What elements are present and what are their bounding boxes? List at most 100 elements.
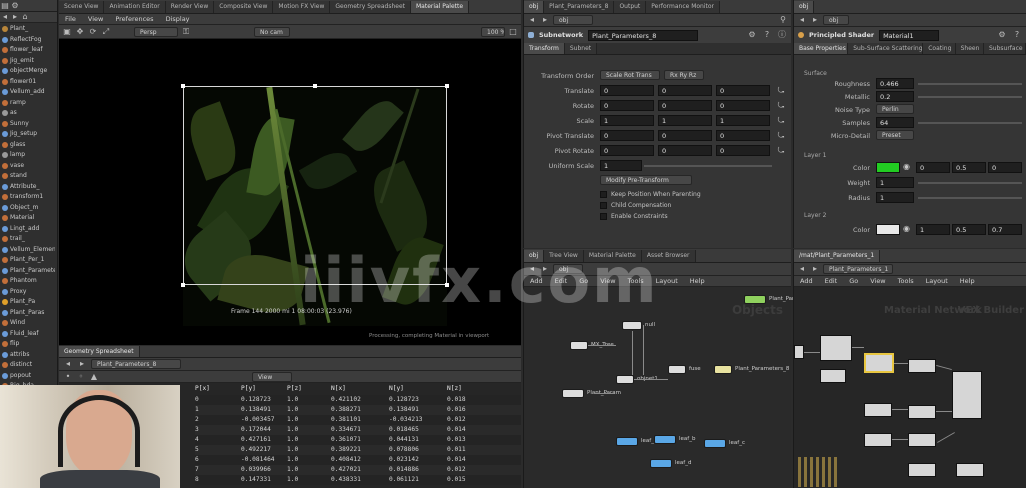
checkbox-row[interactable]: Child Compensation (600, 200, 701, 210)
spreadsheet-column-header[interactable]: P[z] (287, 384, 331, 394)
param-field[interactable]: 0 (658, 130, 712, 141)
checkbox[interactable] (600, 201, 607, 209)
tree-item[interactable]: Jig_emit (2, 56, 55, 67)
tree-item[interactable]: transform1 (2, 192, 55, 203)
material-field[interactable]: 0.2 (876, 91, 914, 102)
material-slider[interactable] (918, 96, 1022, 98)
tree-item[interactable]: flower_leaf (2, 45, 55, 56)
tree-item[interactable]: ramp (2, 98, 55, 109)
tab-subnet[interactable]: Subnet (564, 43, 598, 54)
param-field[interactable]: 0 (600, 145, 654, 156)
uniform-scale-field[interactable]: 1 (600, 160, 642, 171)
param-field[interactable]: 0 (658, 85, 712, 96)
param-field[interactable]: 0 (600, 100, 654, 111)
vertices-icon[interactable]: ◦ (76, 372, 86, 382)
channel-icon[interactable]: ⤿ (776, 86, 786, 96)
tree-item[interactable]: as (2, 108, 55, 119)
spreadsheet-column-header[interactable]: N[y] (389, 384, 447, 394)
network-mid-path[interactable]: obj (553, 264, 583, 274)
tree-item[interactable]: Plant_Parameters (2, 266, 55, 277)
param-field[interactable]: 0 (716, 130, 770, 141)
tree-item[interactable]: attribs (2, 350, 55, 361)
viewport-tab[interactable]: Scene View (59, 0, 105, 13)
viewport-tab[interactable]: Composite View (214, 0, 274, 13)
vop-node[interactable] (794, 345, 804, 359)
network-menu-item[interactable]: View (594, 277, 621, 285)
tree-item[interactable]: flower01 (2, 77, 55, 88)
network-tab[interactable]: obj (524, 249, 545, 262)
param-field[interactable]: 0 (716, 85, 770, 96)
network-node[interactable] (622, 321, 642, 330)
params-path[interactable]: obj (553, 15, 593, 25)
table-row[interactable]: 2 -0.003457 1.0 0.381101 -0.034213 0.012 (195, 415, 521, 425)
back-icon[interactable]: ◂ (797, 264, 807, 274)
network-menu-item[interactable]: Help (954, 277, 981, 285)
network-mid-canvas[interactable]: Plant_ParametersnullMX_Treeobjnet1fusePl… (524, 287, 817, 488)
network-menu-item[interactable]: Layout (650, 277, 684, 285)
tree-item[interactable]: Plant_Pa (2, 297, 55, 308)
vop-node[interactable] (908, 463, 936, 477)
network-node[interactable] (714, 365, 732, 374)
spreadsheet-column-header[interactable]: N[x] (331, 384, 389, 394)
material-field[interactable]: Perlin (876, 104, 914, 114)
channel-icon[interactable]: ⤿ (776, 131, 786, 141)
viewport-menu-item[interactable]: Preferences (109, 15, 159, 23)
spreadsheet-column-header[interactable]: P[x] (195, 384, 241, 394)
material-node-name[interactable]: Material1 (879, 29, 940, 41)
layer2-r[interactable]: 1 (916, 224, 950, 235)
tree-item[interactable]: Wind (2, 318, 55, 329)
material-tab[interactable]: Subsurface (983, 43, 1026, 54)
network-tab[interactable]: Material Palette (583, 249, 642, 262)
param-field[interactable]: 0 (658, 100, 712, 111)
tree-item[interactable]: Vellum_add (2, 87, 55, 98)
viewport-tab[interactable]: Geometry Spreadsheet (330, 0, 411, 13)
radius-slider[interactable] (918, 197, 1022, 199)
table-row[interactable]: 7 0.039966 1.0 0.427021 0.014886 0.012 (195, 465, 521, 475)
checkbox[interactable] (600, 190, 607, 198)
spreadsheet-column-header[interactable]: P[y] (241, 384, 287, 394)
checkbox[interactable] (600, 212, 607, 220)
network-menu-item[interactable]: Go (573, 277, 594, 285)
vop-node[interactable] (956, 463, 984, 477)
home-icon[interactable]: ⌂ (20, 12, 30, 22)
network-tab[interactable]: Tree View (544, 249, 584, 262)
tree-item[interactable]: popout (2, 371, 55, 382)
folder-icon[interactable]: ▤ (0, 1, 10, 11)
handle-bl[interactable] (181, 283, 185, 287)
material-tab[interactable]: Base Properties (794, 43, 849, 54)
zoom-readout[interactable]: 100 % (481, 26, 505, 37)
network-node[interactable] (616, 437, 638, 446)
material-tab[interactable]: Coating (923, 43, 956, 54)
back-icon[interactable]: ◂ (527, 264, 537, 274)
maximize-icon[interactable]: □ (508, 27, 518, 37)
param-field[interactable]: 1 (600, 115, 654, 126)
rotate-tool-icon[interactable]: ⟳ (88, 27, 98, 37)
layer2-g[interactable]: 0.5 (952, 224, 986, 235)
camera-menu[interactable]: Persp (134, 26, 178, 37)
back-icon[interactable]: ◂ (797, 15, 807, 25)
vop-node[interactable] (820, 369, 846, 383)
viewport-tab[interactable]: Material Palette (411, 0, 470, 13)
network-menu-item[interactable]: View (864, 277, 891, 285)
tree-item[interactable]: Plant_Paras (2, 308, 55, 319)
tree-item[interactable]: Sunny (2, 119, 55, 130)
table-row[interactable]: 4 0.427161 1.0 0.361071 0.044131 0.013 (195, 435, 521, 445)
param-field[interactable]: 1 (658, 115, 712, 126)
material-slider[interactable] (918, 122, 1022, 124)
tree-item[interactable]: Object_m (2, 203, 55, 214)
forward-icon[interactable]: ▸ (810, 264, 820, 274)
help-icon[interactable]: ? (1012, 30, 1022, 40)
material-path[interactable]: obj (823, 15, 849, 25)
param-field[interactable]: 0 (658, 145, 712, 156)
network-right-path[interactable]: Plant_Parameters_1 (823, 264, 893, 274)
network-node[interactable] (570, 341, 588, 350)
vop-node[interactable] (820, 335, 852, 361)
back-icon[interactable]: ◂ (527, 15, 537, 25)
selection-box[interactable] (183, 86, 447, 285)
pin-icon[interactable]: ⚲ (778, 15, 788, 25)
tree-item[interactable]: Fluid_leaf (2, 329, 55, 340)
vop-node[interactable] (908, 359, 936, 373)
tab-transform[interactable]: Transform (524, 43, 565, 54)
network-menu-item[interactable]: Tools (892, 277, 920, 285)
forward-icon[interactable]: ▸ (77, 359, 87, 369)
